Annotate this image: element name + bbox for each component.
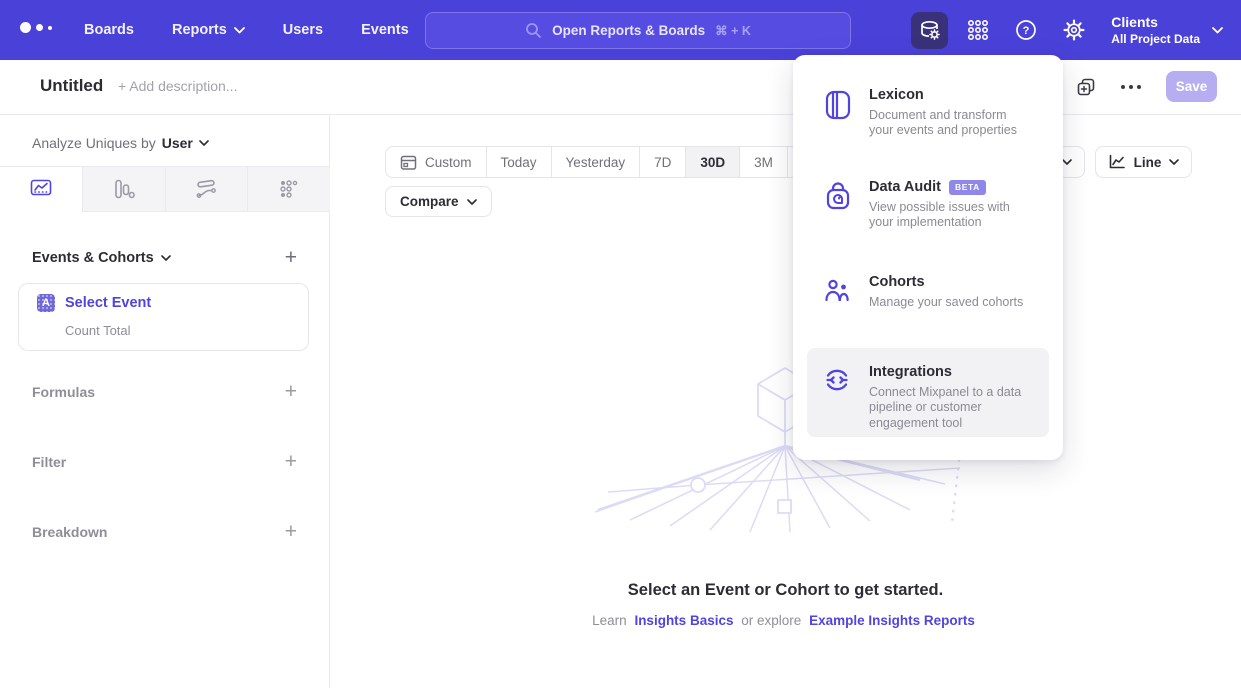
count-total-dropdown[interactable]: Count Total — [65, 323, 131, 338]
svg-text:?: ? — [1022, 25, 1029, 37]
add-event-button[interactable]: + — [285, 247, 297, 268]
date-range-yesterday[interactable]: Yesterday — [551, 147, 640, 177]
nav-item-boards[interactable]: Boards — [84, 22, 134, 38]
mixpanel-logo[interactable] — [20, 22, 52, 33]
chevron-down-icon — [467, 199, 477, 205]
report-title[interactable]: Untitled — [40, 76, 103, 96]
empty-state-links: Learn Insights Basics or explore Example… — [330, 613, 1241, 628]
tab-metric-grid[interactable] — [247, 167, 330, 212]
search-input[interactable]: Open Reports & Boards ⌘ + K — [425, 12, 851, 49]
settings-button[interactable] — [1055, 12, 1092, 49]
search-shortcut: ⌘ + K — [715, 23, 751, 38]
events-section-header: Events & Cohorts + — [32, 247, 297, 268]
menu-item-desc: Document and transform your events and p… — [869, 108, 1033, 139]
chart-style-dropdown[interactable]: Line — [1095, 146, 1192, 178]
tab-line-chart[interactable] — [0, 167, 82, 212]
top-nav: Boards Reports Users Events Open Reports… — [0, 0, 1241, 60]
line-chart-icon — [1108, 154, 1126, 170]
example-insights-reports-link[interactable]: Example Insights Reports — [809, 613, 975, 628]
save-button[interactable]: Save — [1166, 71, 1217, 102]
chevron-down-icon — [1169, 159, 1179, 165]
nav-item-events[interactable]: Events — [361, 22, 409, 38]
question-icon: ? — [1014, 18, 1038, 42]
apps-grid-button[interactable] — [959, 12, 996, 49]
filter-section: Filter + — [32, 451, 297, 472]
date-range-3m[interactable]: 3M — [739, 147, 787, 177]
date-range-today[interactable]: Today — [486, 147, 551, 177]
menu-item-data-audit[interactable]: Data Audit BETA View possible issues wit… — [807, 179, 1049, 231]
insights-basics-link[interactable]: Insights Basics — [634, 613, 733, 628]
menu-item-title: Data Audit — [869, 179, 941, 195]
menu-item-desc: Manage your saved cohorts — [869, 295, 1023, 310]
project-name: Clients — [1111, 14, 1200, 32]
database-gear-icon — [918, 18, 942, 42]
analyze-row: Analyze Uniques by User — [32, 135, 209, 151]
search-icon — [525, 22, 542, 39]
menu-item-title: Lexicon — [869, 87, 924, 103]
data-management-menu: Lexicon Document and transform your even… — [793, 55, 1063, 460]
tab-bar-chart[interactable] — [82, 167, 165, 212]
breakdown-section: Breakdown + — [32, 521, 297, 542]
menu-item-lexicon[interactable]: Lexicon Document and transform your even… — [807, 87, 1049, 139]
grid-dots-icon — [966, 18, 990, 42]
project-selector[interactable]: Clients All Project Data — [1111, 14, 1223, 46]
duplicate-icon[interactable] — [1076, 77, 1096, 97]
formulas-section: Formulas + — [32, 381, 297, 402]
breakdown-label: Breakdown — [32, 524, 107, 540]
chevron-down-icon — [161, 255, 171, 261]
bar-chart-icon — [113, 179, 135, 199]
report-canvas: Custom Today Yesterday 7D 30D 3M 6M Comp… — [330, 115, 1241, 688]
menu-item-desc: Connect Mixpanel to a data pipeline or c… — [869, 385, 1033, 431]
analyze-label: Analyze Uniques by — [32, 135, 156, 151]
lexicon-book-icon — [823, 89, 853, 121]
select-event-button[interactable]: Select Event — [65, 295, 151, 311]
query-sidebar: Analyze Uniques by User — [0, 115, 330, 688]
data-audit-icon — [823, 181, 853, 213]
nav-item-reports[interactable]: Reports — [172, 22, 245, 38]
date-range-7d[interactable]: 7D — [639, 147, 685, 177]
gear-icon — [1062, 18, 1086, 42]
flow-icon — [195, 179, 217, 199]
calendar-icon — [400, 154, 417, 171]
project-scope: All Project Data — [1111, 32, 1200, 46]
chevron-down-icon — [234, 27, 245, 34]
compare-dropdown[interactable]: Compare — [385, 186, 492, 217]
chevron-down-icon — [1212, 27, 1223, 34]
empty-state-title: Select an Event or Cohort to get started… — [330, 581, 1241, 600]
menu-item-desc: View possible issues with your implement… — [869, 200, 1033, 231]
filter-label: Filter — [32, 454, 66, 470]
menu-item-cohorts[interactable]: Cohorts Manage your saved cohorts — [807, 274, 1049, 310]
tab-flow-chart[interactable] — [165, 167, 248, 212]
menu-item-integrations[interactable]: Integrations Connect Mixpanel to a data … — [807, 348, 1049, 437]
nav-right: ? Clients All Project Data — [911, 0, 1223, 60]
date-range-30d[interactable]: 30D — [685, 147, 739, 177]
nav-item-users[interactable]: Users — [283, 22, 323, 38]
event-row[interactable]: A Select Event Count Total — [18, 283, 309, 351]
event-letter-badge: A — [37, 294, 55, 312]
add-formula-button[interactable]: + — [285, 381, 297, 402]
menu-item-title: Cohorts — [869, 274, 925, 290]
line-chart-icon — [30, 179, 52, 199]
menu-item-title: Integrations — [869, 364, 952, 380]
cohorts-people-icon — [823, 276, 853, 306]
events-cohorts-dropdown[interactable]: Events & Cohorts — [32, 250, 171, 266]
chevron-down-icon — [1062, 159, 1072, 165]
dots-grid-icon — [279, 179, 299, 199]
beta-badge: BETA — [949, 180, 986, 195]
integrations-sync-icon — [823, 366, 851, 394]
date-range-custom[interactable]: Custom — [386, 147, 486, 177]
date-range-selector: Custom Today Yesterday 7D 30D 3M 6M — [385, 146, 836, 178]
help-button[interactable]: ? — [1007, 12, 1044, 49]
search-placeholder: Open Reports & Boards — [552, 23, 705, 38]
data-management-button[interactable] — [911, 12, 948, 49]
description-input[interactable]: + Add description... — [118, 78, 237, 94]
analyze-entity-dropdown[interactable]: User — [162, 135, 209, 151]
chart-type-tabs — [0, 166, 330, 212]
chevron-down-icon — [199, 140, 209, 146]
nav-links: Boards Reports Users Events — [84, 0, 409, 60]
add-filter-button[interactable]: + — [285, 451, 297, 472]
more-options-icon[interactable] — [1120, 84, 1142, 90]
formulas-label: Formulas — [32, 384, 95, 400]
add-breakdown-button[interactable]: + — [285, 521, 297, 542]
